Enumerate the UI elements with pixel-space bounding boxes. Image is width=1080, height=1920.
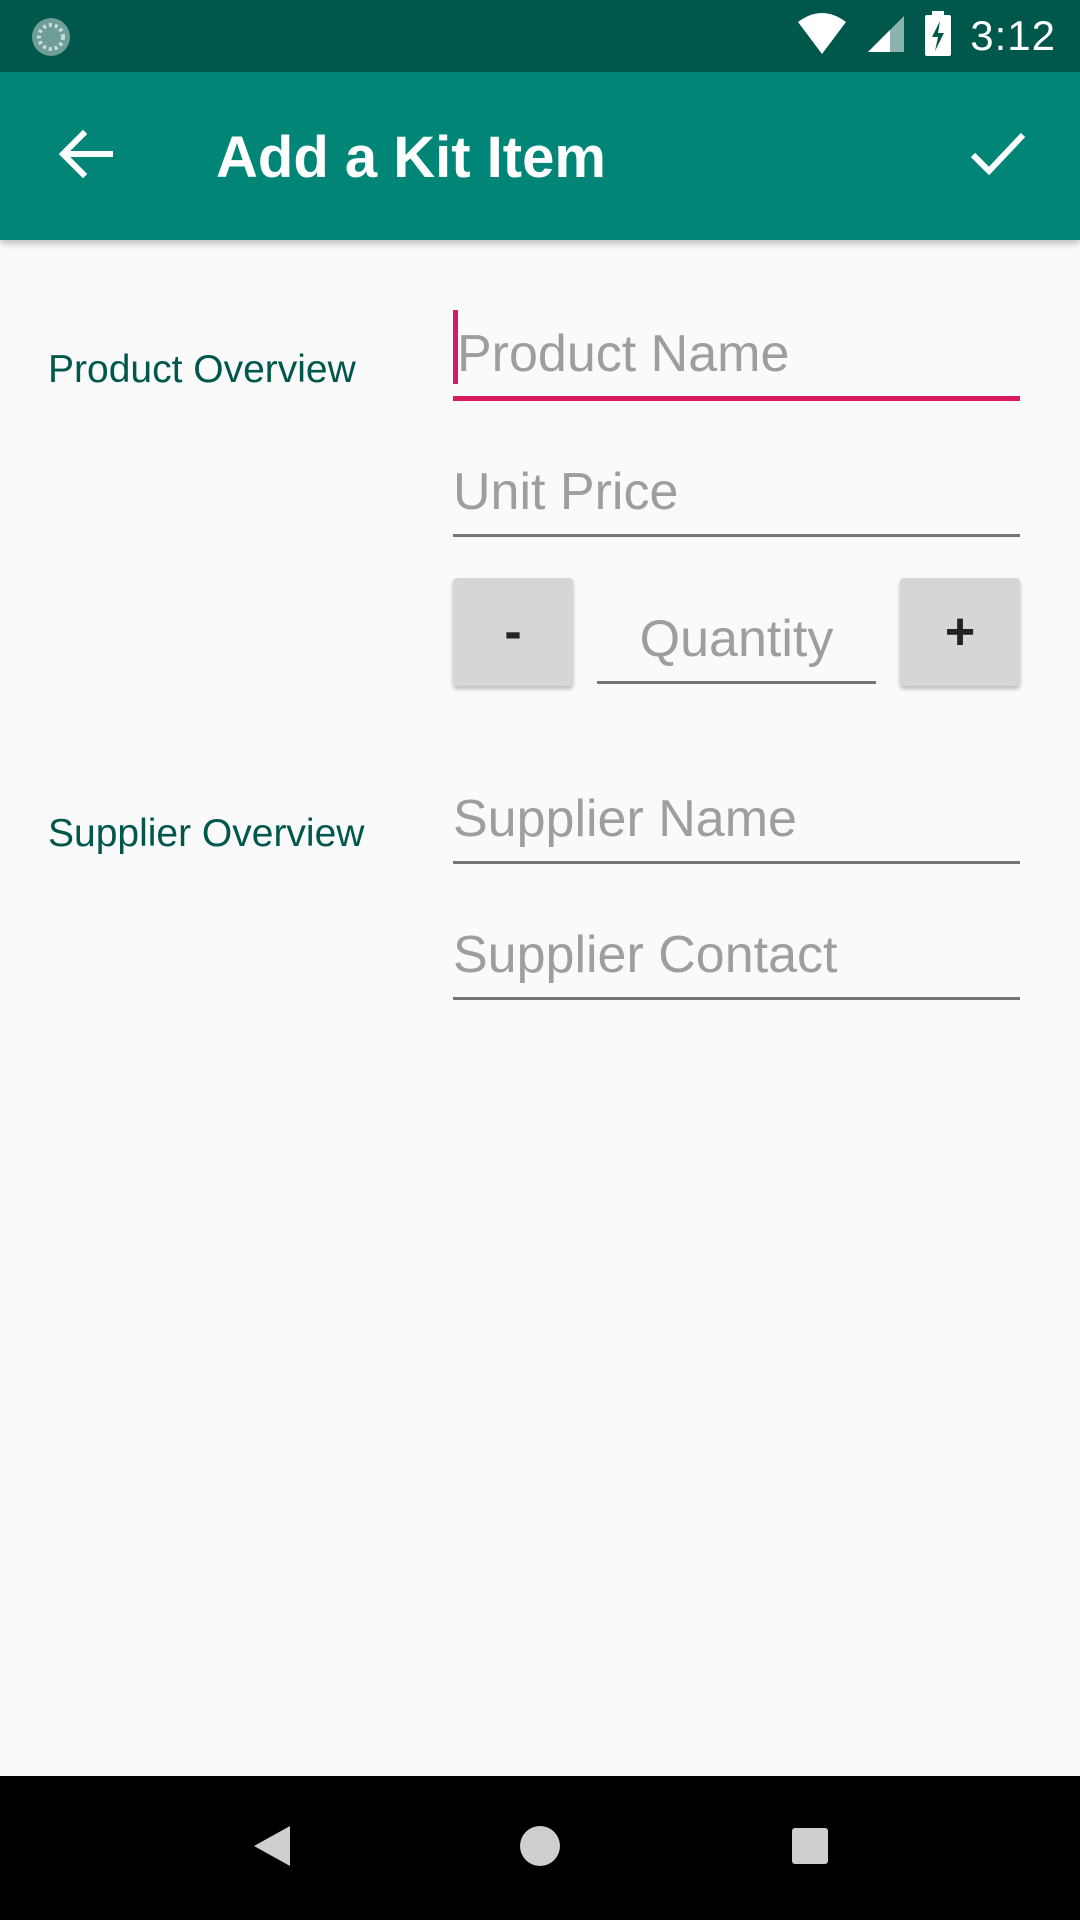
- quantity-decrement-button[interactable]: -: [453, 578, 573, 686]
- supplier-contact-field[interactable]: Supplier Contact: [453, 919, 1020, 1000]
- page-title: Add a Kit Item: [216, 125, 606, 190]
- status-bar: 3:12: [0, 0, 1080, 72]
- arrow-back-icon: [58, 129, 114, 183]
- signal-icon: [866, 14, 906, 59]
- supplier-overview-label: Supplier Overview: [48, 812, 365, 855]
- quantity-placeholder: Quantity: [639, 610, 834, 668]
- supplier-name-field[interactable]: Supplier Name: [453, 783, 1020, 864]
- save-button[interactable]: [956, 114, 1040, 198]
- home-circle-icon: [519, 1825, 561, 1872]
- status-time: 3:12: [970, 12, 1056, 59]
- supplier-name-placeholder: Supplier Name: [453, 790, 797, 848]
- nav-recents-button[interactable]: [774, 1812, 846, 1884]
- nav-home-button[interactable]: [504, 1812, 576, 1884]
- status-right-group: 3:12: [796, 0, 1056, 72]
- battery-charging-icon: [924, 10, 952, 62]
- product-overview-label: Product Overview: [48, 348, 356, 391]
- sync-icon: [30, 16, 72, 58]
- product-name-field[interactable]: Product Name: [453, 310, 1020, 401]
- unit-price-field[interactable]: Unit Price: [453, 456, 1020, 537]
- quantity-field[interactable]: Quantity: [597, 603, 876, 684]
- check-icon: [969, 131, 1027, 182]
- supplier-contact-placeholder: Supplier Contact: [453, 926, 838, 984]
- recents-square-icon: [791, 1827, 829, 1870]
- app-bar: Add a Kit Item: [0, 72, 1080, 240]
- system-nav-bar: [0, 1776, 1080, 1920]
- quantity-increment-button[interactable]: +: [900, 578, 1020, 686]
- product-name-placeholder: Product Name: [457, 325, 790, 383]
- back-triangle-icon: [252, 1824, 292, 1873]
- nav-back-button[interactable]: [236, 1812, 308, 1884]
- unit-price-placeholder: Unit Price: [453, 463, 679, 521]
- wifi-icon: [796, 12, 848, 61]
- back-button[interactable]: [44, 114, 128, 198]
